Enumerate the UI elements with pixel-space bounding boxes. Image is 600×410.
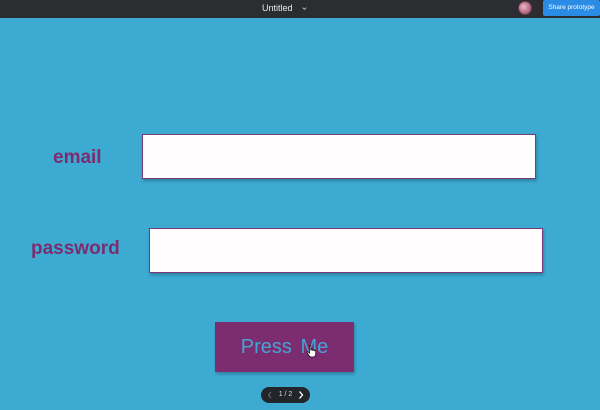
email-field[interactable] bbox=[142, 134, 536, 179]
document-title-menu[interactable]: Untitled bbox=[0, 0, 570, 18]
document-title: Untitled bbox=[261, 3, 293, 13]
page-counter: 1 / 2 bbox=[278, 391, 293, 398]
password-field[interactable] bbox=[149, 228, 543, 273]
avatar[interactable] bbox=[518, 1, 532, 15]
share-prototype-button[interactable]: Share prototype bbox=[543, 0, 600, 16]
password-label: password bbox=[31, 238, 120, 259]
email-label: email bbox=[53, 147, 102, 168]
press-me-button[interactable]: Press Me bbox=[215, 322, 354, 372]
chevron-right-icon[interactable] bbox=[297, 387, 305, 403]
chevron-down-icon bbox=[302, 7, 307, 11]
top-toolbar: Untitled Share prototype bbox=[0, 0, 600, 18]
chevron-left-icon[interactable] bbox=[267, 387, 273, 403]
hand-pointer-icon bbox=[306, 345, 317, 358]
page-navigator: 1 / 2 bbox=[261, 387, 310, 403]
